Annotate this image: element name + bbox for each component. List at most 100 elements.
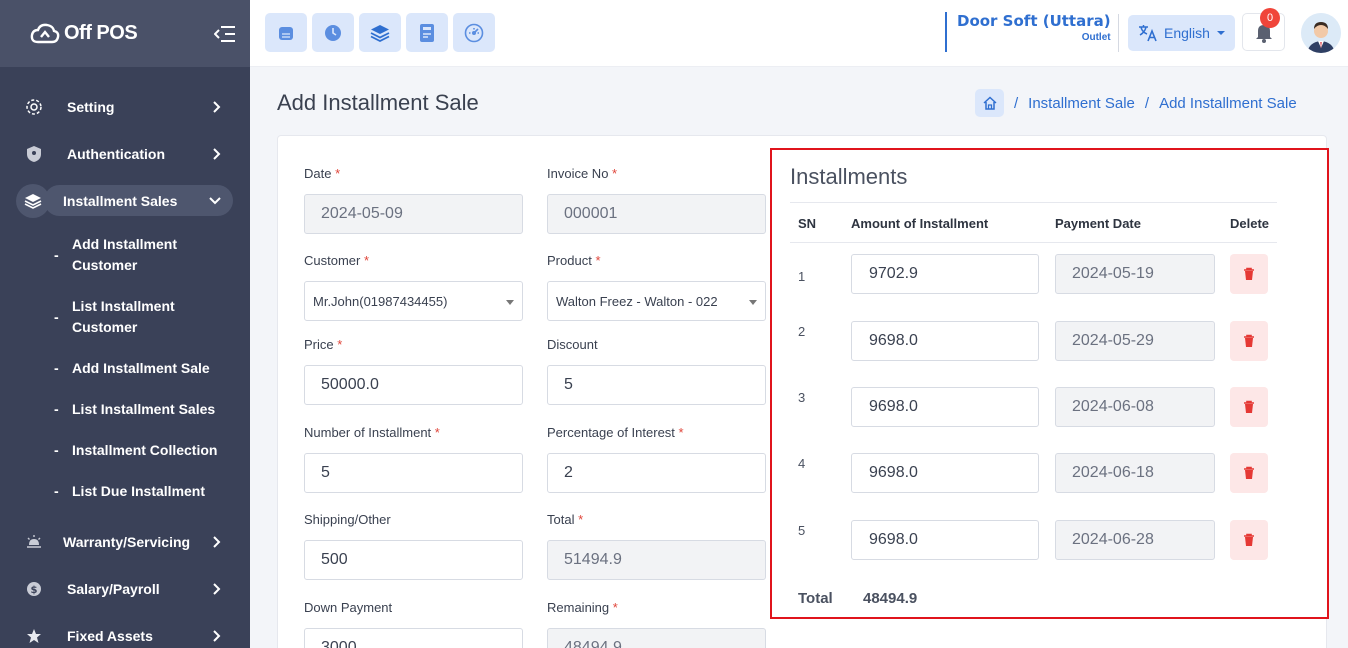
outlet-info[interactable]: Door Soft (Uttara) Outlet [945,12,1111,52]
row-sn: 2 [798,324,806,339]
table-divider [790,202,1277,203]
sidebar-subitem-list-installment-customer[interactable]: - List Installment Customer [54,286,240,348]
breadcrumb-home[interactable] [975,89,1004,117]
sidebar-subitem-label: Installment Collection [72,442,218,458]
price-label-text: Price [304,337,334,352]
invoice-label: Invoice No * [547,166,766,184]
num-installment-label: Number of Installment * [304,425,523,443]
date-label: Date * [304,166,523,184]
trash-icon [1244,267,1254,280]
installment-amount-input[interactable]: 9698.0 [851,387,1039,427]
invoice-input[interactable]: 000001 [547,194,766,234]
num-installment-input[interactable]: 5 [304,453,523,493]
trash-icon [1244,533,1254,546]
sidebar-subitem-add-installment-sale[interactable]: - Add Installment Sale [54,348,240,389]
total-input[interactable]: 51494.9 [547,540,766,580]
discount-label: Discount [547,337,598,352]
svg-text:$: $ [31,585,38,596]
installment-submenu: - Add Installment Customer - List Instal… [0,224,250,512]
calculator-button[interactable] [406,13,448,52]
interest-label-text: Percentage of Interest [547,425,675,440]
user-avatar-icon [1301,13,1341,53]
sidebar-subitem-list-installment-sales[interactable]: - List Installment Sales [54,389,240,430]
installment-amount-input[interactable]: 9698.0 [851,321,1039,361]
invoice-label-text: Invoice No [547,166,609,181]
installment-amount-input[interactable]: 9698.0 [851,453,1039,493]
column-header-delete: Delete [1230,216,1270,231]
topbar: Door Soft (Uttara) Outlet English 0 [250,0,1348,67]
price-input[interactable]: 50000.0 [304,365,523,405]
sidebar-menu: Setting Authentication Installment Sales… [0,67,250,648]
required-mark: * [612,166,618,181]
sidebar-subitem-list-due-installment[interactable]: - List Due Installment [54,471,240,512]
sidebar-subitem-installment-collection[interactable]: - Installment Collection [54,430,240,471]
customer-select[interactable]: Mr.John(01987434455) [304,281,523,321]
dashboard-button[interactable] [453,13,495,52]
num-installment-field: Number of Installment * 5 [304,425,523,493]
clock-button[interactable] [312,13,354,52]
sidebar-subitem-label: List Installment Sales [72,401,216,417]
bullet-dash: - [54,401,59,417]
trash-icon [1244,334,1254,347]
pos-button[interactable] [265,13,307,52]
remaining-input[interactable]: 48494.9 [547,628,766,648]
product-field: Product * Walton Freez - Walton - 022 [547,253,766,321]
translate-icon [1139,25,1157,42]
down-payment-input[interactable]: 3000 [304,628,523,648]
total-label: Total * [547,512,766,530]
language-label: English [1164,25,1210,41]
total-label-text: Total [547,512,575,527]
sidebar-item-installment-sales[interactable]: Installment Sales [0,177,250,224]
delete-row-button[interactable] [1230,254,1268,294]
payment-date-input[interactable]: 2024-05-29 [1055,321,1215,361]
delete-row-button[interactable] [1230,453,1268,493]
interest-input[interactable]: 2 [547,453,766,493]
breadcrumb-link[interactable]: Installment Sale [1028,95,1135,112]
row-sn: 4 [798,456,806,471]
chevron-right-icon [213,535,221,548]
sidebar-item-warranty-servicing[interactable]: Warranty/Servicing [0,518,250,565]
menu-collapse-icon [214,25,235,42]
customer-label: Customer * [304,253,523,271]
installment-amount-input[interactable]: 9698.0 [851,520,1039,560]
sidebar-collapse-button[interactable] [214,25,236,43]
breadcrumb-separator: / [1014,94,1019,112]
sidebar-item-label: Fixed Assets [67,627,153,644]
sidebar-item-fixed-assets[interactable]: Fixed Assets [0,612,250,648]
delete-row-button[interactable] [1230,520,1268,560]
delete-row-button[interactable] [1230,387,1268,427]
avatar[interactable] [1301,13,1341,53]
payment-date-input[interactable]: 2024-06-08 [1055,387,1215,427]
logo-text: Off POS [64,22,138,44]
breadcrumb-current: Add Installment Sale [1159,94,1297,112]
payment-date-input[interactable]: 2024-06-28 [1055,520,1215,560]
logo[interactable]: Off POS [30,22,138,45]
sidebar-item-setting[interactable]: Setting [0,83,250,130]
product-select[interactable]: Walton Freez - Walton - 022 [547,281,766,321]
table-divider [790,242,1277,243]
bullet-dash: - [54,246,59,263]
date-label-text: Date [304,166,332,181]
layers-button[interactable] [359,13,401,52]
breadcrumb: / Installment Sale / Add Installment Sal… [975,89,1297,117]
date-input[interactable]: 2024-05-09 [304,194,523,234]
language-selector[interactable]: English [1128,15,1235,51]
sidebar-item-authentication[interactable]: Authentication [0,130,250,177]
sidebar-subitem-add-installment-customer[interactable]: - Add Installment Customer [54,224,240,286]
shipping-input[interactable]: 500 [304,540,523,580]
sidebar-item-salary-payroll[interactable]: $ Salary/Payroll [0,565,250,612]
logo-icon [30,23,60,43]
discount-input[interactable]: 5 [547,365,766,405]
installment-amount-input[interactable]: 9702.9 [851,254,1039,294]
payment-date-input[interactable]: 2024-05-19 [1055,254,1215,294]
page-title: Add Installment Sale [277,90,479,115]
delete-row-button[interactable] [1230,321,1268,361]
sidebar-item-label: Authentication [67,145,165,162]
payment-date-input[interactable]: 2024-06-18 [1055,453,1215,493]
required-mark: * [363,253,370,268]
notification-badge: 0 [1260,8,1280,28]
pos-register-icon [279,26,293,40]
active-menu-pill: Installment Sales [44,185,233,216]
installments-panel: Installments SN Amount of Installment Pa… [770,148,1329,619]
row-sn: 5 [798,523,806,538]
